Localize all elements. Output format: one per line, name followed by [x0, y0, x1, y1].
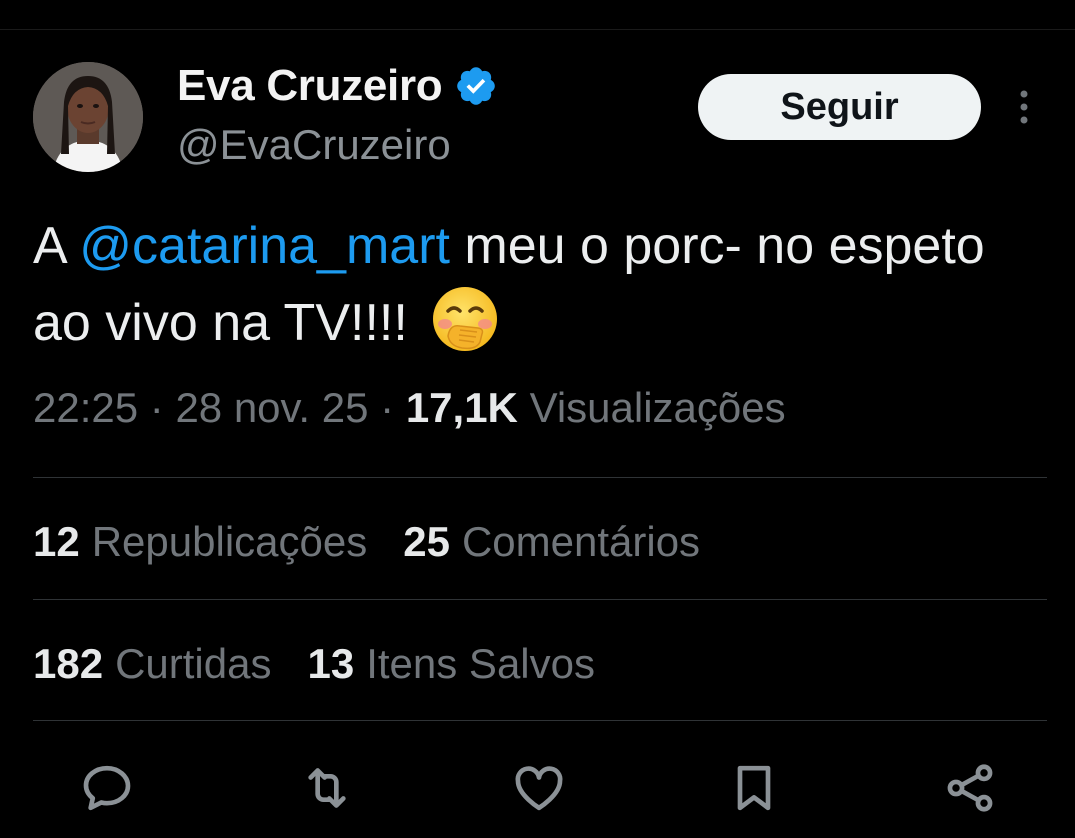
- bookmarks-stat[interactable]: 13 Itens Salvos: [307, 640, 595, 688]
- tweet-text: A @catarina_mart meu o porc- no espeto a…: [33, 208, 1053, 361]
- stats-row-reposts-comments: 12 Republicações 25 Comentários: [33, 518, 700, 566]
- reply-icon[interactable]: [77, 758, 137, 818]
- avatar[interactable]: [33, 62, 143, 172]
- face-with-hand-over-mouth-icon: [430, 284, 500, 354]
- author-name[interactable]: Eva Cruzeiro: [177, 61, 443, 111]
- tweet-text-before: A: [33, 217, 80, 275]
- repost-icon[interactable]: [297, 758, 357, 818]
- like-icon[interactable]: [509, 758, 569, 818]
- share-icon[interactable]: [940, 758, 1000, 818]
- bookmarks-count: 13: [307, 640, 355, 687]
- more-options-icon[interactable]: [1012, 88, 1036, 128]
- meta-separator: ·: [380, 384, 406, 431]
- reposts-label: Republicações: [91, 518, 368, 565]
- mention-link[interactable]: @catarina_mart: [79, 217, 450, 275]
- likes-stat[interactable]: 182 Curtidas: [33, 640, 271, 688]
- avatar-image: [33, 62, 143, 172]
- tweet-meta: 22:25 · 28 nov. 25 · 17,1K Visualizações: [33, 384, 786, 432]
- stats-row-likes-bookmarks: 182 Curtidas 13 Itens Salvos: [33, 640, 595, 688]
- divider: [33, 599, 1047, 600]
- tweet-time[interactable]: 22:25: [33, 384, 138, 431]
- follow-button[interactable]: Seguir: [698, 74, 981, 140]
- meta-separator: ·: [149, 384, 176, 431]
- comments-count: 25: [403, 518, 450, 565]
- tweet-date[interactable]: 28 nov. 25: [175, 384, 368, 431]
- comments-stat[interactable]: 25 Comentários: [403, 518, 700, 566]
- divider: [33, 720, 1047, 721]
- divider: [33, 477, 1047, 478]
- author-handle[interactable]: @EvaCruzeiro: [177, 121, 451, 169]
- reposts-count: 12: [33, 518, 80, 565]
- reposts-stat[interactable]: 12 Republicações: [33, 518, 367, 566]
- author-name-row: Eva Cruzeiro: [177, 58, 498, 114]
- comments-label: Comentários: [461, 518, 701, 565]
- bookmarks-label: Itens Salvos: [366, 640, 595, 687]
- views-count: 17,1K: [405, 384, 518, 431]
- verified-badge-icon[interactable]: [454, 64, 498, 108]
- bookmark-icon[interactable]: [724, 758, 784, 818]
- views-label: Visualizações: [529, 384, 786, 431]
- top-border: [0, 29, 1075, 30]
- likes-label: Curtidas: [115, 640, 272, 687]
- likes-count: 182: [33, 640, 104, 687]
